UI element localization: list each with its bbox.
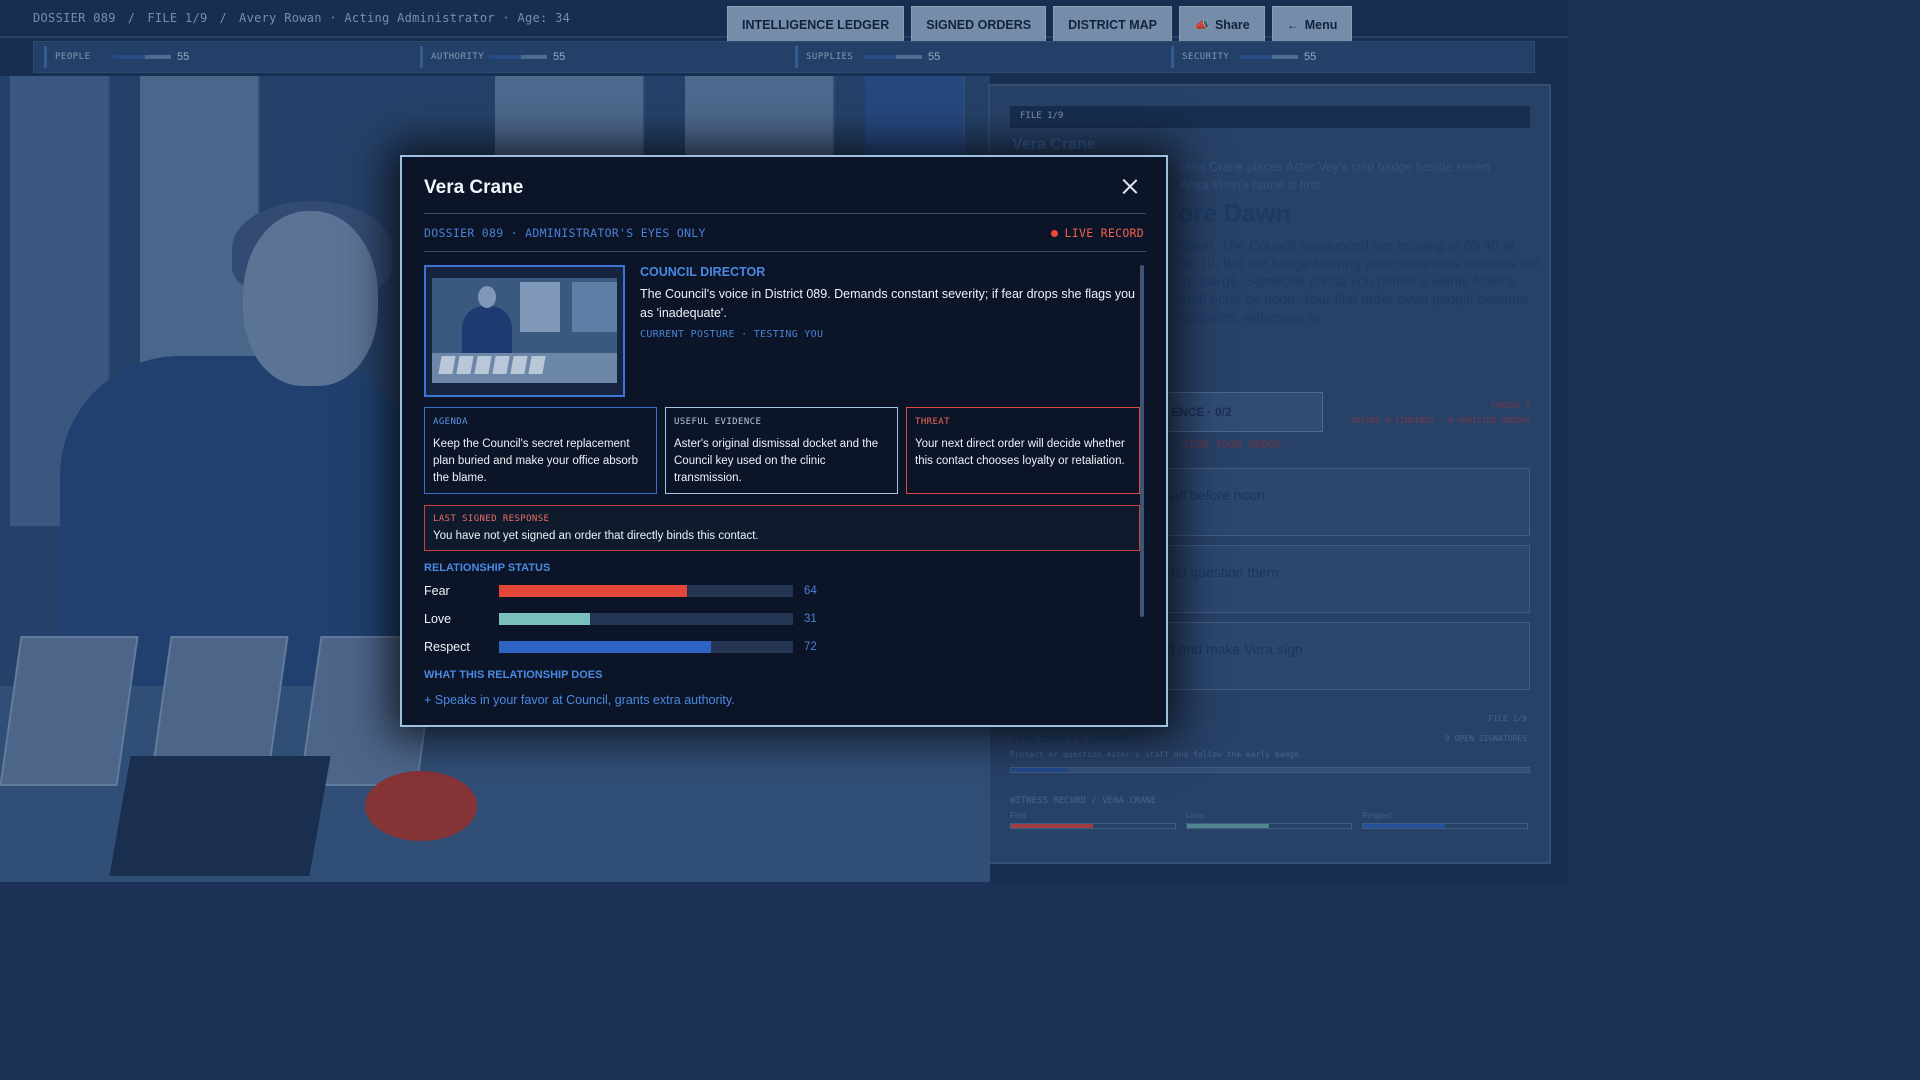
last-signed-response: LAST SIGNED RESPONSE You have not yet si… [424, 505, 1140, 551]
modal-scrollbar[interactable] [1140, 265, 1144, 617]
relationship-value: 64 [804, 585, 817, 597]
relationship-respect: Respect 72 [424, 639, 844, 655]
close-icon[interactable] [1122, 179, 1138, 195]
modal-content: COUNCIL DIRECTOR The Council's voice in … [424, 265, 1140, 717]
relationship-name: Love [424, 612, 452, 626]
role-description: The Council's voice in District 089. Dem… [640, 287, 1135, 320]
evidence-box: USEFUL EVIDENCE Aster's original dismiss… [665, 407, 898, 494]
relationship-meter [499, 585, 793, 597]
evidence-text: Aster's original dismissal docket and th… [674, 438, 879, 484]
relationship-effect: + Speaks in your favor at Council, grant… [424, 693, 735, 707]
agenda-label: AGENDA [433, 417, 468, 427]
relationship-fear: Fear 64 [424, 583, 844, 599]
relationship-value: 72 [804, 641, 817, 653]
live-record-badge: LIVE RECORD [1050, 226, 1144, 240]
modal-title: Vera Crane [424, 177, 524, 198]
contact-portrait [424, 265, 625, 397]
agenda-text: Keep the Council's secret replacement pl… [433, 438, 639, 484]
relationship-love: Love 31 [424, 611, 844, 627]
portrait-image [432, 278, 617, 383]
threat-box: THREAT Your next direct order will decid… [906, 407, 1140, 494]
last-response-label: LAST SIGNED RESPONSE [433, 514, 550, 524]
dossier-line: DOSSIER 089 · ADMINISTRATOR'S EYES ONLY [424, 226, 706, 240]
relationship-name: Fear [424, 584, 450, 598]
threat-text: Your next direct order will decide wheth… [915, 438, 1125, 467]
effect-heading: WHAT THIS RELATIONSHIP DOES [424, 669, 603, 681]
evidence-label: USEFUL EVIDENCE [674, 417, 762, 427]
relationship-name: Respect [424, 640, 470, 654]
relationship-value: 31 [804, 613, 817, 625]
contact-dossier-modal: Vera Crane DOSSIER 089 · ADMINISTRATOR'S… [400, 155, 1168, 727]
current-posture: CURRENT POSTURE · TESTING YOU [640, 329, 824, 340]
relationship-heading: RELATIONSHIP STATUS [424, 562, 551, 574]
live-dot-icon [1050, 229, 1058, 237]
threat-label: THREAT [915, 417, 950, 427]
relationship-meter [499, 613, 793, 625]
relationship-meter [499, 641, 793, 653]
live-record-label: LIVE RECORD [1064, 226, 1144, 240]
agenda-box: AGENDA Keep the Council's secret replace… [424, 407, 657, 494]
last-response-text: You have not yet signed an order that di… [433, 530, 759, 542]
contact-role: COUNCIL DIRECTOR [640, 265, 766, 279]
divider [424, 213, 1146, 214]
divider [424, 251, 1146, 252]
